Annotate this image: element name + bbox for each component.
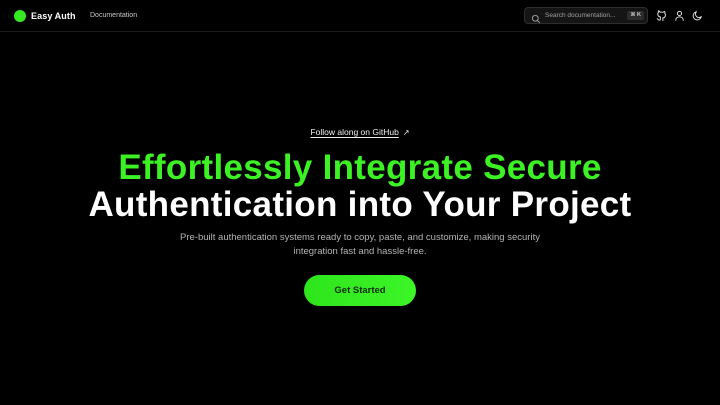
hero-headline-line2: Authentication into Your Project	[88, 185, 632, 224]
search-placeholder: Search documentation...	[545, 12, 616, 19]
nav-documentation-link[interactable]: Documentation	[90, 12, 137, 19]
search-input[interactable]: Search documentation... ⌘ K	[524, 7, 648, 24]
get-started-button[interactable]: Get Started	[304, 275, 416, 306]
hero-subtitle-line1: Pre-built authentication systems ready t…	[180, 232, 540, 243]
moon-icon[interactable]	[692, 10, 703, 21]
search-icon	[531, 11, 541, 24]
landing-page: Easy Auth Documentation Search documenta…	[0, 0, 720, 405]
hero-headline-line1: Effortlessly Integrate Secure	[118, 148, 602, 187]
search-shortcut-badge: ⌘ K	[627, 11, 644, 20]
user-icon[interactable]	[674, 10, 685, 21]
brand-home-link[interactable]: Easy Auth	[14, 10, 76, 22]
github-follow-link[interactable]: Follow along on GitHub ↗	[0, 127, 720, 137]
brand-logo-icon	[14, 10, 26, 22]
brand-name: Easy Auth	[31, 11, 76, 21]
github-follow-link-text: Follow along on GitHub	[310, 127, 399, 137]
github-icon[interactable]	[656, 10, 667, 21]
external-arrow-icon: ↗	[402, 128, 410, 137]
hero-subtitle: Pre-built authentication systems ready t…	[140, 231, 580, 259]
top-navbar: Easy Auth Documentation Search documenta…	[0, 0, 720, 32]
hero-subtitle-line2: integration fast and hassle-free.	[293, 246, 427, 257]
